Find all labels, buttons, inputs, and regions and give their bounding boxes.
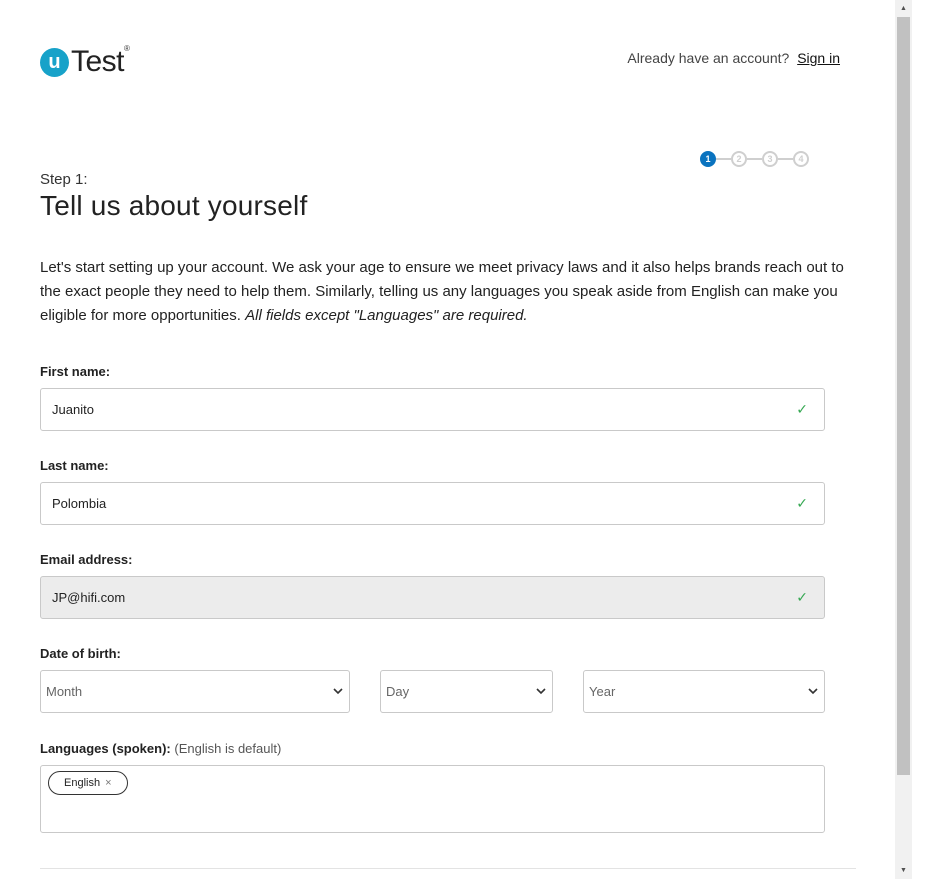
chevron-down-icon xyxy=(808,688,818,695)
section-divider xyxy=(40,868,856,869)
step-connector xyxy=(747,158,762,160)
email-value[interactable]: JP@hifi.com xyxy=(52,590,125,605)
month-select-value: Month xyxy=(46,684,83,699)
account-prompt: Already have an account? Sign in xyxy=(627,50,840,66)
page-title: Tell us about yourself xyxy=(40,190,308,221)
step-1-indicator: 1 xyxy=(700,151,716,167)
first-name-field[interactable]: Juanito ✓ xyxy=(40,388,825,431)
logo-text: Test® xyxy=(71,44,130,78)
last-name-value[interactable]: Polombia xyxy=(52,496,106,511)
scroll-thumb[interactable] xyxy=(897,17,910,775)
language-chip-english: English × xyxy=(48,771,128,795)
year-select-value: Year xyxy=(589,684,616,699)
account-prompt-text: Already have an account? xyxy=(627,50,790,66)
step-label: Step 1: xyxy=(40,171,88,188)
checkmark-icon: ✓ xyxy=(796,401,808,417)
chevron-down-icon xyxy=(333,688,343,695)
progress-stepper: 1 2 3 4 xyxy=(700,151,809,167)
scroll-up-arrow-icon[interactable]: ▲ xyxy=(895,0,912,17)
step-4-indicator: 4 xyxy=(793,151,809,167)
email-field[interactable]: JP@hifi.com ✓ xyxy=(40,576,825,619)
first-name-value[interactable]: Juanito xyxy=(52,402,94,417)
first-name-label: First name: xyxy=(40,364,111,379)
languages-input[interactable]: English × xyxy=(40,765,825,833)
languages-hint: (English is default) xyxy=(174,741,282,756)
step-connector xyxy=(716,158,731,160)
step-2-indicator: 2 xyxy=(731,151,747,167)
checkmark-icon: ✓ xyxy=(796,589,808,605)
step-3-indicator: 3 xyxy=(762,151,778,167)
language-chip-label: English xyxy=(64,777,101,789)
intro-required-note: All fields except "Languages" are requir… xyxy=(245,307,528,324)
vertical-scrollbar[interactable]: ▲ ▼ xyxy=(895,0,912,879)
chevron-down-icon xyxy=(536,688,546,695)
scroll-down-arrow-icon[interactable]: ▼ xyxy=(895,862,912,879)
signup-page: u Test® Already have an account? Sign in… xyxy=(0,0,895,879)
day-select-value: Day xyxy=(386,684,410,699)
step-connector xyxy=(778,158,793,160)
utest-logo[interactable]: u Test® xyxy=(40,44,130,78)
languages-label: Languages (spoken): (English is default) xyxy=(40,741,281,756)
year-select[interactable]: Year xyxy=(583,670,825,713)
month-select[interactable]: Month xyxy=(40,670,350,713)
day-select[interactable]: Day xyxy=(380,670,553,713)
last-name-label: Last name: xyxy=(40,458,109,473)
checkmark-icon: ✓ xyxy=(796,495,808,511)
dob-label: Date of birth: xyxy=(40,646,121,661)
email-label: Email address: xyxy=(40,552,133,567)
logo-badge: u xyxy=(40,47,69,77)
intro-text: Let's start setting up your account. We … xyxy=(40,256,865,328)
languages-label-text: Languages (spoken): xyxy=(40,741,171,756)
close-icon[interactable]: × xyxy=(105,777,111,789)
last-name-field[interactable]: Polombia ✓ xyxy=(40,482,825,525)
sign-in-link[interactable]: Sign in xyxy=(797,50,840,66)
